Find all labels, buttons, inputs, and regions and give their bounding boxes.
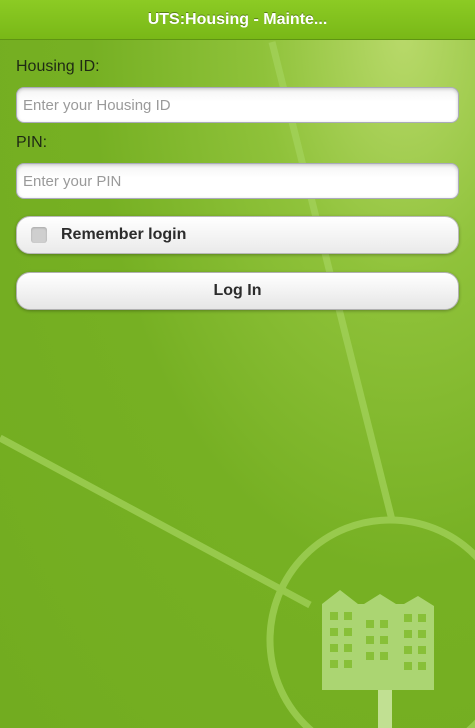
page-title: UTS:Housing - Mainte... bbox=[147, 10, 328, 28]
login-screen: UTS:Housing - Mainte... Housing ID: PIN:… bbox=[0, 0, 475, 728]
remember-login-checkbox[interactable] bbox=[31, 227, 47, 243]
remember-login-label: Remember login bbox=[61, 226, 187, 243]
pin-input[interactable] bbox=[16, 163, 459, 199]
pin-label: PIN: bbox=[16, 134, 48, 151]
housing-id-label: Housing ID: bbox=[16, 58, 100, 75]
building-logo-icon bbox=[322, 590, 434, 728]
housing-id-input[interactable] bbox=[16, 87, 459, 123]
title-bar: UTS:Housing - Mainte... bbox=[0, 0, 475, 40]
remember-login-toggle[interactable]: Remember login bbox=[16, 216, 459, 254]
login-button[interactable]: Log In bbox=[16, 272, 459, 310]
